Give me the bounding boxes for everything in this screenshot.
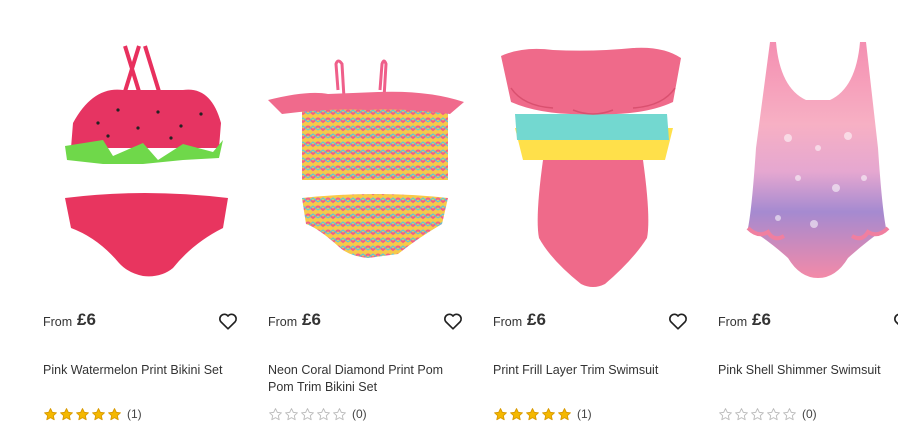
price-row: From £6 — [493, 308, 693, 334]
heart-outline-icon[interactable] — [892, 310, 898, 332]
star-filled-icon — [60, 407, 73, 420]
star-empty-icon — [719, 407, 732, 420]
price-amount: £6 — [77, 310, 96, 329]
star-filled-icon — [494, 407, 507, 420]
price-row: From £6 — [43, 308, 243, 334]
review-count: (0) — [802, 407, 817, 421]
price-row: From £6 — [268, 308, 468, 334]
price-from-label: From — [268, 315, 298, 329]
star-filled-icon — [76, 407, 89, 420]
product-rating: (1) — [493, 405, 592, 423]
price-row: From £6 — [718, 308, 898, 334]
product-image[interactable] — [718, 28, 898, 306]
product-name[interactable]: Neon Coral Diamond Print Pom Pom Trim Bi… — [268, 362, 458, 396]
price-amount: £6 — [527, 310, 546, 329]
star-empty-icon — [767, 407, 780, 420]
star-empty-icon — [317, 407, 330, 420]
star-filled-icon — [510, 407, 523, 420]
star-filled-icon — [526, 407, 539, 420]
star-rating — [493, 407, 572, 422]
product-card[interactable]: From £6 Pink Shell Shimmer Swimsuit (0) — [718, 0, 898, 438]
product-image[interactable] — [493, 28, 708, 306]
heart-outline-icon[interactable] — [217, 310, 239, 332]
product-name[interactable]: Pink Watermelon Print Bikini Set — [43, 362, 233, 379]
heart-outline-icon[interactable] — [442, 310, 464, 332]
star-empty-icon — [783, 407, 796, 420]
star-empty-icon — [269, 407, 282, 420]
review-count: (1) — [577, 407, 592, 421]
star-filled-icon — [92, 407, 105, 420]
product-rating: (1) — [43, 405, 142, 423]
star-empty-icon — [285, 407, 298, 420]
review-count: (1) — [127, 407, 142, 421]
star-empty-icon — [751, 407, 764, 420]
review-count: (0) — [352, 407, 367, 421]
price-from-label: From — [43, 315, 73, 329]
star-rating — [268, 407, 347, 422]
star-empty-icon — [735, 407, 748, 420]
product-name[interactable]: Pink Shell Shimmer Swimsuit — [718, 362, 898, 379]
price-from-label: From — [493, 315, 523, 329]
price-from-label: From — [718, 315, 748, 329]
star-rating — [718, 407, 797, 422]
heart-outline-icon[interactable] — [667, 310, 689, 332]
product-card[interactable]: From £6 Pink Watermelon Print Bikini Set… — [43, 0, 258, 438]
star-filled-icon — [558, 407, 571, 420]
product-grid: From £6 Pink Watermelon Print Bikini Set… — [0, 0, 898, 438]
product-rating: (0) — [268, 405, 367, 423]
star-empty-icon — [301, 407, 314, 420]
star-filled-icon — [542, 407, 555, 420]
star-filled-icon — [108, 407, 121, 420]
product-card[interactable]: From £6 Neon Coral Diamond Print Pom Pom… — [268, 0, 483, 438]
star-empty-icon — [333, 407, 346, 420]
product-card[interactable]: From £6 Print Frill Layer Trim Swimsuit … — [493, 0, 708, 438]
product-image[interactable] — [43, 28, 258, 306]
product-rating: (0) — [718, 405, 817, 423]
star-rating — [43, 407, 122, 422]
price-amount: £6 — [752, 310, 771, 329]
star-filled-icon — [44, 407, 57, 420]
product-name[interactable]: Print Frill Layer Trim Swimsuit — [493, 362, 683, 379]
price-amount: £6 — [302, 310, 321, 329]
product-image[interactable] — [268, 28, 483, 306]
